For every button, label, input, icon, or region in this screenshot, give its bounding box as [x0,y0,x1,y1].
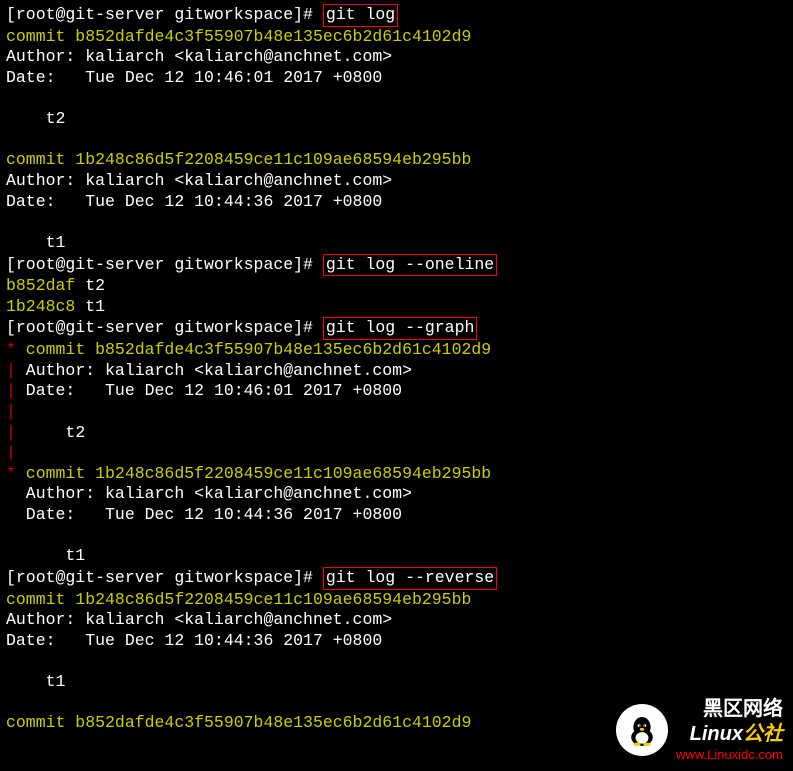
commit-date-2: Date: Tue Dec 12 10:44:36 2017 +0800 [6,192,787,213]
commit-hash-1: commit b852dafde4c3f55907b48e135ec6b2d61… [6,27,787,48]
command-git-log-graph: git log --graph [323,317,478,340]
reverse-date-1: Date: Tue Dec 12 10:44:36 2017 +0800 [6,631,787,652]
oneline-msg-1: t2 [75,276,105,295]
watermark-cn-text: 黑区网络 [676,697,783,722]
watermark-text: 黑区网络 Linux公社 www.Linuxidc.com [676,697,783,763]
oneline-row-2: 1b248c8 t1 [6,297,787,318]
watermark-brand: Linux公社 [676,722,783,747]
prompt-line-2: [root@git-server gitworkspace]# git log … [6,254,787,277]
commit-msg-2: t1 [6,233,787,254]
short-hash-2: 1b248c8 [6,297,75,316]
graph-author-1: | Author: kaliarch <kaliarch@anchnet.com… [6,361,787,382]
commit-hash-2: commit 1b248c86d5f2208459ce11c109ae68594… [6,150,787,171]
command-git-log-oneline: git log --oneline [323,254,497,277]
shell-prompt: [root@git-server gitworkspace]# [6,5,323,24]
command-git-log-reverse: git log --reverse [323,567,497,590]
graph-blank-1: | [6,402,787,423]
graph-commit-1: * commit b852dafde4c3f55907b48e135ec6b2d… [6,340,787,361]
graph-date-2: Date: Tue Dec 12 10:44:36 2017 +0800 [6,505,787,526]
shell-prompt: [root@git-server gitworkspace]# [6,255,323,274]
oneline-row-1: b852daf t2 [6,276,787,297]
short-hash-1: b852daf [6,276,75,295]
graph-pipe-icon: | [6,402,16,421]
blank-line [6,130,787,151]
graph-date-1: | Date: Tue Dec 12 10:46:01 2017 +0800 [6,381,787,402]
blank-line [6,651,787,672]
reverse-commit-hash-1: commit 1b248c86d5f2208459ce11c109ae68594… [6,590,787,611]
prompt-line-4: [root@git-server gitworkspace]# git log … [6,567,787,590]
blank-line [6,526,787,547]
prompt-line-3: [root@git-server gitworkspace]# git log … [6,317,787,340]
shell-prompt: [root@git-server gitworkspace]# [6,568,323,587]
blank-line [6,89,787,110]
graph-commit-2: * commit 1b248c86d5f2208459ce11c109ae685… [6,464,787,485]
graph-star-icon: * [6,340,16,359]
blank-line [6,212,787,233]
penguin-logo-icon [616,704,668,756]
graph-pipe-icon: | [6,361,16,380]
graph-hash-2: commit 1b248c86d5f2208459ce11c109ae68594… [16,464,491,483]
command-git-log: git log [323,4,398,27]
commit-author-2: Author: kaliarch <kaliarch@anchnet.com> [6,171,787,192]
graph-msg-2: t1 [6,546,787,567]
graph-author-2: Author: kaliarch <kaliarch@anchnet.com> [6,484,787,505]
prompt-line-1: [root@git-server gitworkspace]# git log [6,4,787,27]
oneline-msg-2: t1 [75,297,105,316]
commit-msg-1: t2 [6,109,787,130]
shell-prompt: [root@git-server gitworkspace]# [6,318,323,337]
reverse-msg-1: t1 [6,672,787,693]
graph-blank-2: | [6,443,787,464]
graph-pipe-icon: | [6,381,16,400]
graph-msg-1: | t2 [6,423,787,444]
commit-author-1: Author: kaliarch <kaliarch@anchnet.com> [6,47,787,68]
graph-pipe-icon: | [6,443,16,462]
graph-pipe-icon: | [6,423,16,442]
watermark-url: www.Linuxidc.com [676,747,783,763]
reverse-author-1: Author: kaliarch <kaliarch@anchnet.com> [6,610,787,631]
watermark: 黑区网络 Linux公社 www.Linuxidc.com [616,697,783,763]
commit-date-1: Date: Tue Dec 12 10:46:01 2017 +0800 [6,68,787,89]
graph-hash-1: commit b852dafde4c3f55907b48e135ec6b2d61… [16,340,491,359]
graph-star-icon: * [6,464,16,483]
